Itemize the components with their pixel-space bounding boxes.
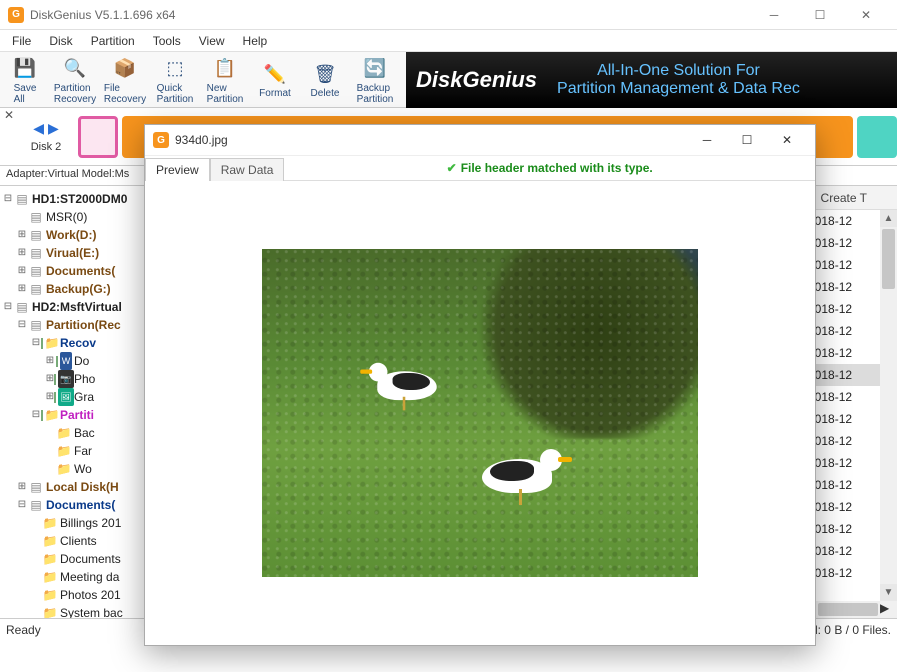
preview-window: G 934d0.jpg ─ ☐ ✕ Preview Raw Data ✔File… xyxy=(144,124,816,646)
col-create-time[interactable]: Create T xyxy=(821,191,867,205)
list-row-date[interactable]: 2018-12 xyxy=(808,518,880,540)
list-row-date[interactable]: 2018-12 xyxy=(808,430,880,452)
banner-brand: DiskGenius xyxy=(416,67,537,93)
scroll-down-icon[interactable]: ▼ xyxy=(880,584,897,601)
list-row-date[interactable]: 2018-12 xyxy=(808,408,880,430)
vertical-scrollbar[interactable]: ▲ ▼ xyxy=(880,210,897,601)
preview-close-button[interactable]: ✕ xyxy=(767,133,807,147)
list-row-date[interactable]: 2018-12 xyxy=(808,386,880,408)
tool-save-all[interactable]: 💾SaveAll xyxy=(0,52,50,108)
list-row-date[interactable]: 2018-12 xyxy=(808,276,880,298)
list-row-date[interactable]: 2018-12 xyxy=(808,232,880,254)
list-row-date[interactable]: 2018-12 xyxy=(808,210,880,232)
main-titlebar: G DiskGenius V5.1.1.696 x64 ─ ☐ ✕ xyxy=(0,0,897,30)
list-row-date[interactable]: 2018-12 xyxy=(808,254,880,276)
tool-quick-partition[interactable]: ⬚QuickPartition xyxy=(150,52,200,108)
app-icon: G xyxy=(8,7,24,23)
preview-image-area xyxy=(145,181,815,645)
list-row-date[interactable]: 2018-12 xyxy=(808,496,880,518)
tab-preview[interactable]: Preview xyxy=(145,158,210,181)
partition-bar-3[interactable] xyxy=(857,116,897,158)
nav-next-icon[interactable]: ▶ xyxy=(48,120,59,137)
menu-partition[interactable]: Partition xyxy=(83,32,143,50)
brand-banner: DiskGenius All-In-One Solution ForPartit… xyxy=(406,52,897,108)
minimize-button[interactable]: ─ xyxy=(751,0,797,30)
scroll-up-icon[interactable]: ▲ xyxy=(880,210,897,227)
menubar: FileDiskPartitionToolsViewHelp xyxy=(0,30,897,52)
tool-delete[interactable]: 🗑Delete xyxy=(300,52,350,108)
list-row-date[interactable]: 2018-12 xyxy=(808,342,880,364)
header-match-message: ✔File header matched with its type. xyxy=(284,161,815,175)
list-row-date[interactable]: 2018-12 xyxy=(808,562,880,584)
check-icon: ✔ xyxy=(447,161,457,175)
menu-view[interactable]: View xyxy=(191,32,233,50)
close-button[interactable]: ✕ xyxy=(843,0,889,30)
preview-image xyxy=(262,249,698,577)
menu-help[interactable]: Help xyxy=(235,32,276,50)
menu-disk[interactable]: Disk xyxy=(41,32,80,50)
list-row-date[interactable]: 2018-12 xyxy=(808,364,880,386)
tool-new-partition[interactable]: 📋NewPartition xyxy=(200,52,250,108)
tool-partition-recovery[interactable]: 🔍PartitionRecovery xyxy=(50,52,100,108)
preview-filename: 934d0.jpg xyxy=(175,133,228,147)
partition-bar-1[interactable] xyxy=(78,116,118,158)
tool-backup-partition[interactable]: 🔄BackupPartition xyxy=(350,52,400,108)
scroll-thumb[interactable] xyxy=(882,229,895,289)
tool-format[interactable]: ✏️Format xyxy=(250,52,300,108)
window-title: DiskGenius V5.1.1.696 x64 xyxy=(30,8,175,22)
toolbar: 💾SaveAll🔍PartitionRecovery📦FileRecovery⬚… xyxy=(0,52,897,108)
list-row-date[interactable]: 2018-12 xyxy=(808,298,880,320)
preview-app-icon: G xyxy=(153,132,169,148)
tool-file-recovery[interactable]: 📦FileRecovery xyxy=(100,52,150,108)
panel-close-icon[interactable]: ✕ xyxy=(0,108,18,122)
list-row-date[interactable]: 2018-12 xyxy=(808,474,880,496)
menu-tools[interactable]: Tools xyxy=(145,32,189,50)
maximize-button[interactable]: ☐ xyxy=(797,0,843,30)
disk-label: Disk 2 xyxy=(31,141,62,153)
list-row-date[interactable]: 2018-12 xyxy=(808,540,880,562)
preview-titlebar[interactable]: G 934d0.jpg ─ ☐ ✕ xyxy=(145,125,815,155)
preview-minimize-button[interactable]: ─ xyxy=(687,133,727,147)
list-row-date[interactable]: 2018-12 xyxy=(808,452,880,474)
tab-raw-data[interactable]: Raw Data xyxy=(210,158,285,181)
menu-file[interactable]: File xyxy=(4,32,39,50)
preview-maximize-button[interactable]: ☐ xyxy=(727,133,767,147)
list-row-date[interactable]: 2018-12 xyxy=(808,320,880,342)
nav-prev-icon[interactable]: ◀ xyxy=(33,120,44,137)
